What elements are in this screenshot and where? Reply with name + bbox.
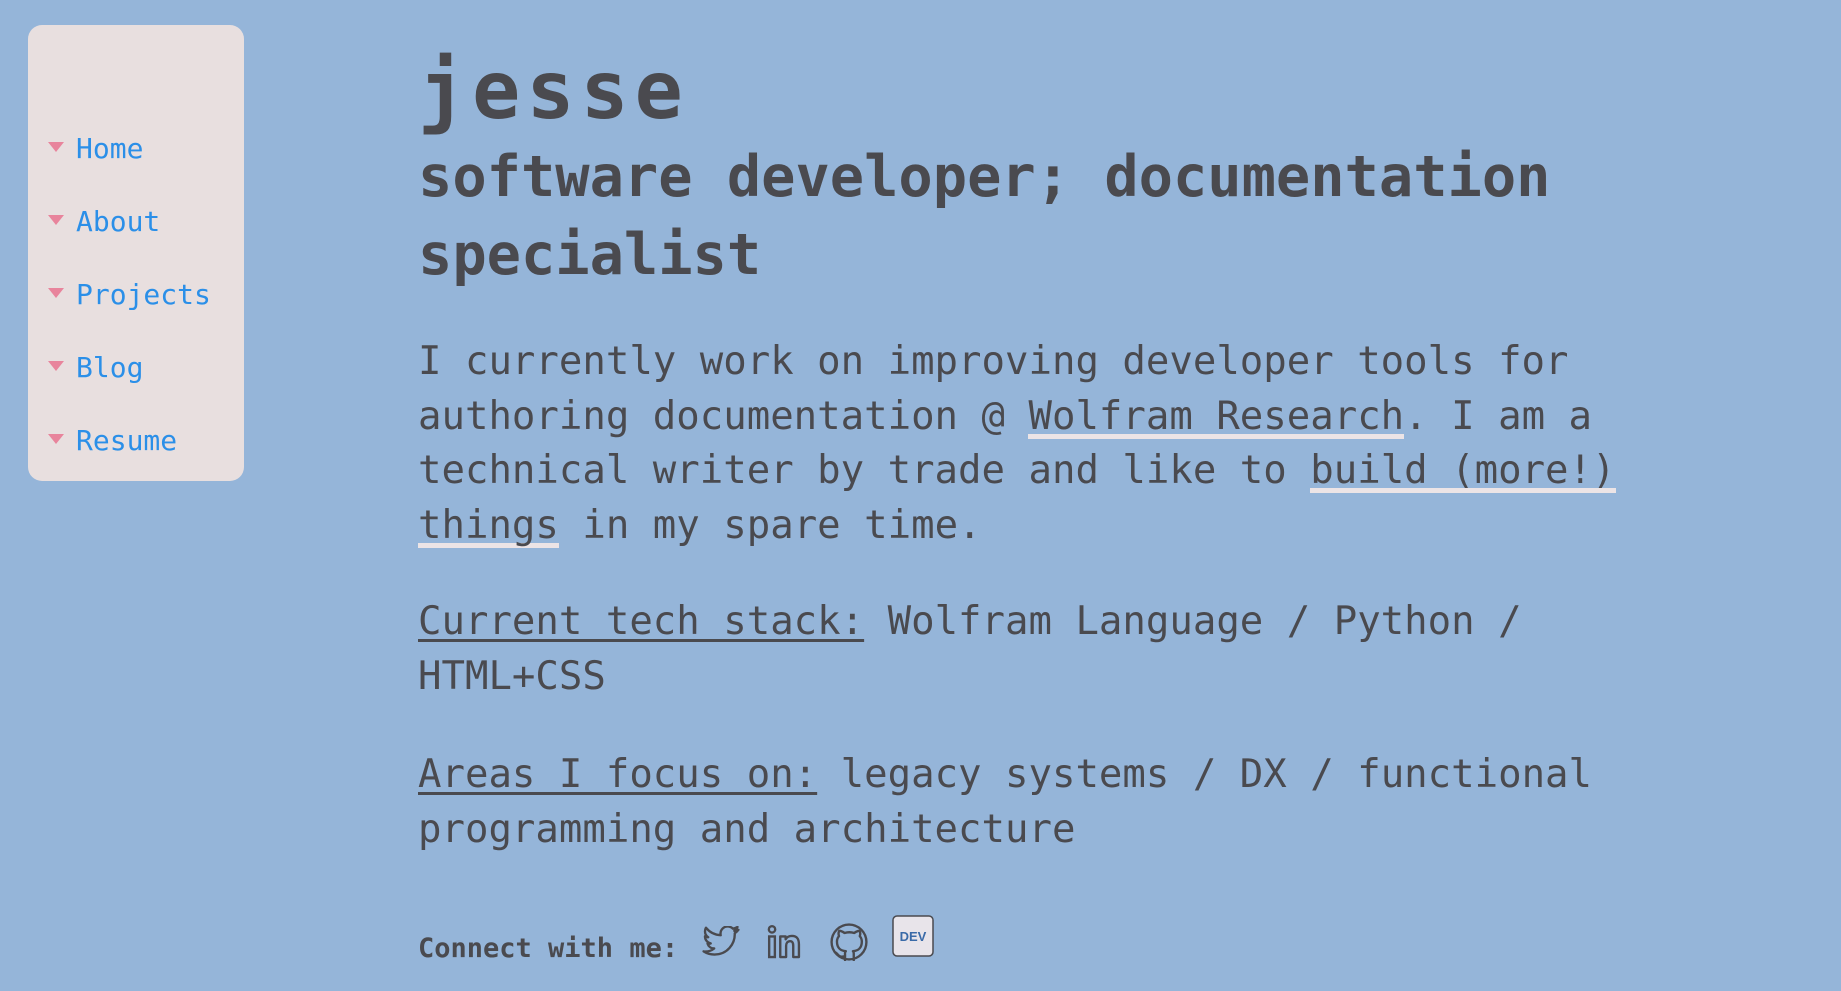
connect-section: Connect with me: DEV (418, 915, 1658, 967)
focus-areas-paragraph: Areas I focus on: legacy systems / DX / … (418, 748, 1658, 857)
sidebar-item-label[interactable]: Resume (76, 426, 177, 455)
sidebar-item-label[interactable]: Home (76, 134, 143, 163)
page-subtitle: software developer; documentation specia… (418, 144, 1551, 288)
triangle-down-icon (48, 141, 64, 152)
triangle-down-icon (48, 214, 64, 225)
sidebar-item-blog[interactable]: Blog (28, 331, 244, 404)
dev-icon[interactable]: DEV (892, 915, 934, 957)
linkedin-icon[interactable] (764, 921, 806, 963)
twitter-icon[interactable] (700, 921, 742, 963)
triangle-down-icon (48, 360, 64, 371)
sidebar-item-resume[interactable]: Resume (28, 404, 244, 477)
sidebar-item-home[interactable]: Home (28, 112, 244, 185)
employer-link[interactable]: Wolfram Research (1028, 394, 1404, 439)
tech-stack-paragraph: Current tech stack: Wolfram Language / P… (418, 595, 1658, 704)
focus-areas-label: Areas I focus on: (418, 752, 818, 797)
github-icon[interactable] (828, 921, 870, 963)
sidebar-item-projects[interactable]: Projects (28, 258, 244, 331)
intro-paragraph: I currently work on improving developer … (418, 335, 1658, 553)
connect-label: Connect with me: (418, 932, 679, 964)
dev-icon-text: DEV (900, 929, 927, 944)
nav-list: Home About Projects Blog Resume (28, 112, 244, 477)
intro-text-end: in my spare time. (558, 502, 982, 548)
sidebar-item-about[interactable]: About (28, 185, 244, 258)
triangle-down-icon (48, 287, 64, 298)
triangle-down-icon (48, 433, 64, 444)
sidebar-item-label[interactable]: Blog (76, 353, 143, 382)
tech-stack-label: Current tech stack: (418, 599, 865, 644)
sidebar-nav: Home About Projects Blog Resume (28, 25, 244, 481)
page-title: jesse (418, 44, 689, 137)
sidebar-item-label[interactable]: About (76, 207, 160, 236)
main-content: jesse software developer; documentation … (418, 46, 1658, 967)
sidebar-item-label[interactable]: Projects (76, 280, 211, 309)
